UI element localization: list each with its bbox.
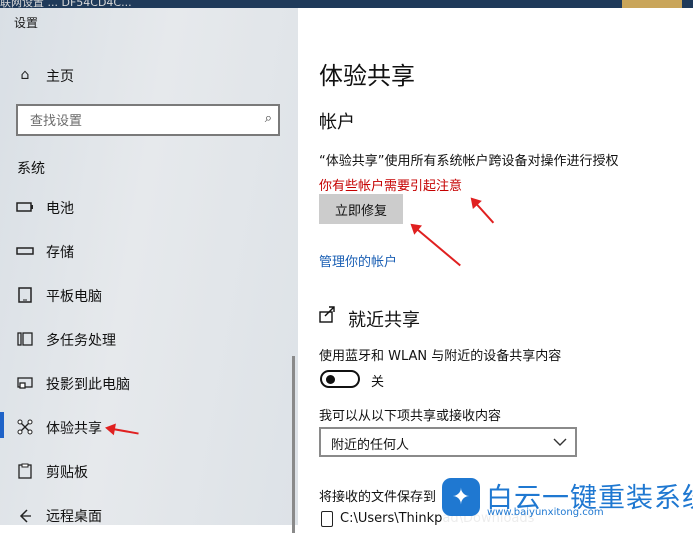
project-icon	[16, 374, 34, 392]
sidebar-item-remote-desktop[interactable]: 远程桌面	[0, 496, 298, 536]
sidebar: 设置 ⌂ 主页 ⌕ 系统 电池 存储 平板电脑 多任务处理 投影到此电脑 体验共…	[0, 8, 298, 533]
sidebar-item-home[interactable]: ⌂ 主页	[0, 56, 298, 96]
sidebar-item-label: 电池	[46, 201, 74, 217]
search-box[interactable]: ⌕	[16, 104, 280, 136]
accounts-description: “体验共享”使用所有系统帐户跨设备对操作进行授权	[319, 154, 619, 169]
section-title: 系统	[17, 161, 45, 177]
nearby-sharing-heading: 就近共享	[348, 310, 420, 331]
window-title: 设置	[14, 16, 39, 30]
nearby-share-icon	[318, 304, 338, 324]
fix-now-button[interactable]: 立即修复	[319, 194, 403, 224]
dropdown-value: 附近的任何人	[331, 438, 410, 453]
watermark-url: www.baiyunxitong.com	[487, 507, 604, 518]
background-window-text: 联网设置 ... DF54CD4C...	[0, 0, 132, 8]
sidebar-item-battery[interactable]: 电池	[0, 188, 298, 228]
page-title: 体验共享	[319, 62, 415, 90]
storage-icon	[16, 242, 34, 260]
sidebar-item-label: 多任务处理	[46, 333, 116, 349]
battery-icon	[16, 198, 34, 216]
sidebar-item-label: 存储	[46, 245, 74, 261]
receive-from-label: 我可以从以下项共享或接收内容	[319, 409, 502, 424]
sidebar-scrollbar[interactable]	[292, 356, 295, 533]
sidebar-item-label: 远程桌面	[46, 509, 102, 525]
sidebar-item-label: 投影到此电脑	[46, 377, 130, 393]
remote-desktop-icon	[16, 506, 34, 524]
shared-experiences-icon	[16, 418, 34, 436]
sidebar-item-multitasking[interactable]: 多任务处理	[0, 320, 298, 360]
accounts-heading: 帐户	[319, 112, 355, 133]
multitasking-icon	[16, 330, 34, 348]
nearby-sharing-toggle[interactable]	[320, 370, 360, 388]
main-content: 体验共享 帐户 “体验共享”使用所有系统帐户跨设备对操作进行授权 你有些帐户需要…	[298, 8, 693, 527]
sidebar-item-label: 主页	[46, 69, 74, 85]
manage-accounts-link[interactable]: 管理你的帐户	[319, 251, 397, 270]
receive-from-dropdown[interactable]: 附近的任何人	[319, 427, 577, 457]
toggle-knob	[326, 375, 335, 384]
sidebar-item-label: 平板电脑	[46, 289, 102, 305]
sidebar-item-tablet[interactable]: 平板电脑	[0, 276, 298, 316]
desktop-thumbnail	[622, 0, 682, 8]
watermark: ✦ 白云一键重装系统 www.baiyunxitong.com	[442, 474, 693, 525]
desktop-background-strip: 联网设置 ... DF54CD4C...	[0, 0, 693, 8]
nearby-toggle-label: 使用蓝牙和 WLAN 与附近的设备共享内容	[319, 349, 562, 364]
tablet-icon	[16, 286, 34, 304]
toggle-state-label: 关	[371, 375, 385, 390]
sidebar-item-label: 剪贴板	[46, 465, 88, 481]
sidebar-item-project[interactable]: 投影到此电脑	[0, 364, 298, 404]
chevron-down-icon	[553, 431, 567, 456]
sidebar-item-clipboard[interactable]: 剪贴板	[0, 452, 298, 492]
sidebar-item-label: 体验共享	[46, 421, 102, 437]
search-input[interactable]	[28, 109, 252, 133]
twitter-bird-icon: ✦	[442, 478, 480, 516]
clipboard-icon	[16, 462, 34, 480]
accounts-warning: 你有些帐户需要引起注意	[319, 179, 463, 194]
sidebar-item-storage[interactable]: 存储	[0, 232, 298, 272]
home-icon: ⌂	[20, 67, 30, 83]
sidebar-item-shared-experiences[interactable]: 体验共享	[0, 408, 298, 448]
save-location-label: 将接收的文件保存到	[319, 490, 437, 505]
search-icon[interactable]: ⌕	[265, 111, 272, 126]
